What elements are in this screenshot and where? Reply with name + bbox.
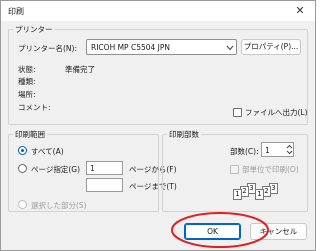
copies-count-spinner[interactable]: 1 bbox=[261, 142, 294, 157]
dialog-title: 印刷 bbox=[8, 7, 24, 16]
status-label: 状態: bbox=[18, 65, 36, 74]
range-all-label: すべて(A) bbox=[31, 147, 64, 156]
range-pages-label: ページ指定(G) bbox=[31, 165, 81, 174]
close-icon[interactable]: ✕ bbox=[292, 4, 308, 18]
title-bar: 印刷 ✕ bbox=[1, 1, 315, 21]
collate-page-1: 1 bbox=[233, 189, 242, 200]
spinner-arrows-icon[interactable] bbox=[286, 144, 293, 155]
printer-name-select[interactable]: RICOH MP C5504 JPN bbox=[86, 39, 237, 55]
range-selection-label: 選択した部分(S) bbox=[31, 201, 87, 210]
print-to-file-label: ファイルへ出力(L) bbox=[245, 108, 308, 117]
print-dialog: 印刷 ✕ プリンター プリンター名(N): RICOH MP C5504 JPN… bbox=[0, 0, 316, 251]
page-from-input[interactable]: 1 bbox=[86, 161, 123, 175]
collate-checkbox[interactable] bbox=[230, 165, 239, 174]
printer-name-label: プリンター名(N): bbox=[18, 44, 77, 53]
print-to-file-checkbox[interactable] bbox=[233, 108, 242, 117]
type-label: 種類: bbox=[18, 77, 36, 86]
chevron-down-icon bbox=[226, 45, 234, 51]
collate-pages-icon: 3 2 1 3 2 1 bbox=[233, 183, 278, 205]
properties-button[interactable]: プロパティ(P)... bbox=[241, 39, 301, 55]
annotation-circle bbox=[171, 212, 269, 248]
location-label: 場所: bbox=[18, 90, 36, 99]
print-range-group-label: 印刷範囲 bbox=[13, 129, 47, 140]
collate-label: 部単位で印刷(O) bbox=[242, 165, 299, 174]
page-from-value: 1 bbox=[90, 164, 95, 173]
copies-count-value: 1 bbox=[265, 146, 270, 155]
comment-label: コメント: bbox=[18, 103, 51, 112]
status-value: 準備完了 bbox=[65, 65, 95, 74]
page-to-input[interactable] bbox=[86, 178, 123, 192]
printer-name-value: RICOH MP C5504 JPN bbox=[91, 43, 171, 52]
range-selection-radio[interactable] bbox=[18, 200, 27, 209]
copies-group-label: 印刷部数 bbox=[167, 129, 201, 140]
range-all-radio[interactable] bbox=[18, 146, 27, 155]
copies-count-label: 部数(C): bbox=[230, 147, 259, 156]
collate-page-4: 1 bbox=[255, 189, 264, 200]
printer-group-label: プリンター bbox=[13, 24, 55, 35]
range-pages-radio[interactable] bbox=[18, 164, 27, 173]
